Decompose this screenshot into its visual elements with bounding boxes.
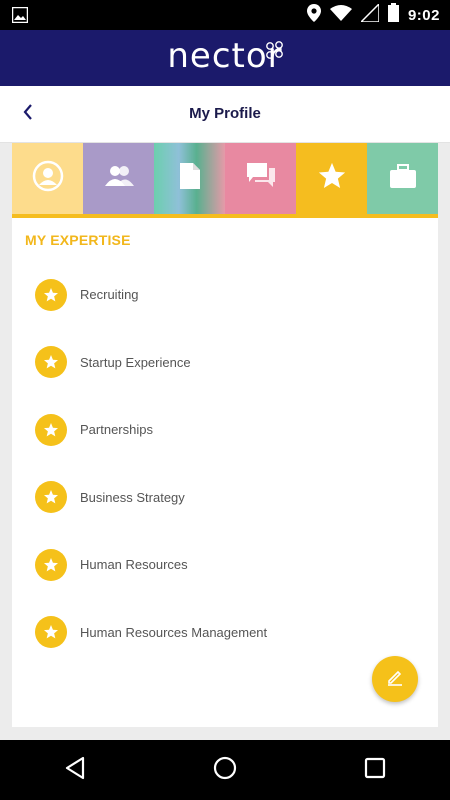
star-icon xyxy=(35,616,67,649)
list-item: Startup Experience xyxy=(12,329,438,397)
profile-card: MY EXPERTISE Recruiting Startup Experien… xyxy=(12,143,438,727)
document-icon xyxy=(179,163,200,194)
tab-documents[interactable] xyxy=(154,143,225,214)
status-bar: 9:02 xyxy=(0,0,450,30)
tab-work[interactable] xyxy=(367,143,438,214)
list-item: Partnerships xyxy=(12,396,438,464)
title-bar: My Profile xyxy=(0,86,450,143)
star-icon xyxy=(35,548,67,581)
expertise-label: Partnerships xyxy=(80,422,153,438)
tab-messages[interactable] xyxy=(225,143,296,214)
nav-back-button[interactable] xyxy=(45,740,105,800)
list-item: Human Resources Management xyxy=(12,599,438,667)
expertise-label: Business Strategy xyxy=(80,489,185,505)
people-icon xyxy=(103,164,135,193)
star-icon xyxy=(35,413,67,446)
app-header: nector xyxy=(0,30,450,86)
briefcase-icon xyxy=(389,164,416,193)
image-icon xyxy=(11,6,29,28)
section-heading: MY EXPERTISE xyxy=(25,232,131,248)
expertise-list: Recruiting Startup Experience Partnershi… xyxy=(12,261,438,666)
tab-connections[interactable] xyxy=(83,143,154,214)
wifi-icon xyxy=(329,4,352,26)
signal-icon xyxy=(359,1,380,27)
list-item: Human Resources xyxy=(12,531,438,599)
recents-square-icon xyxy=(364,757,386,784)
brand-mark-icon xyxy=(264,41,286,64)
expertise-label: Human Resources Management xyxy=(80,624,268,640)
list-item: Business Strategy xyxy=(12,464,438,532)
expertise-label: Human Resources xyxy=(80,557,188,573)
system-nav-bar xyxy=(0,740,450,800)
status-time: 9:02 xyxy=(407,6,440,24)
star-icon xyxy=(317,161,347,196)
chat-icon xyxy=(246,163,275,194)
tab-profile[interactable] xyxy=(12,143,83,214)
battery-icon xyxy=(387,3,399,27)
star-icon xyxy=(35,278,67,311)
page-title: My Profile xyxy=(189,105,261,122)
nav-recents-button[interactable] xyxy=(345,740,405,800)
star-icon xyxy=(35,346,67,379)
tab-expertise[interactable] xyxy=(296,143,367,214)
person-icon xyxy=(32,160,64,197)
pencil-icon xyxy=(386,668,404,691)
home-circle-icon xyxy=(213,756,237,785)
expertise-label: Recruiting xyxy=(80,287,139,303)
list-item: Recruiting xyxy=(12,261,438,329)
edit-expertise-button[interactable] xyxy=(372,656,418,702)
back-triangle-icon xyxy=(64,756,86,785)
star-icon xyxy=(35,481,67,514)
location-icon xyxy=(306,3,321,27)
active-tab-indicator xyxy=(12,214,438,218)
nav-home-button[interactable] xyxy=(195,740,255,800)
expertise-label: Startup Experience xyxy=(80,354,191,370)
profile-tabs xyxy=(12,143,438,214)
